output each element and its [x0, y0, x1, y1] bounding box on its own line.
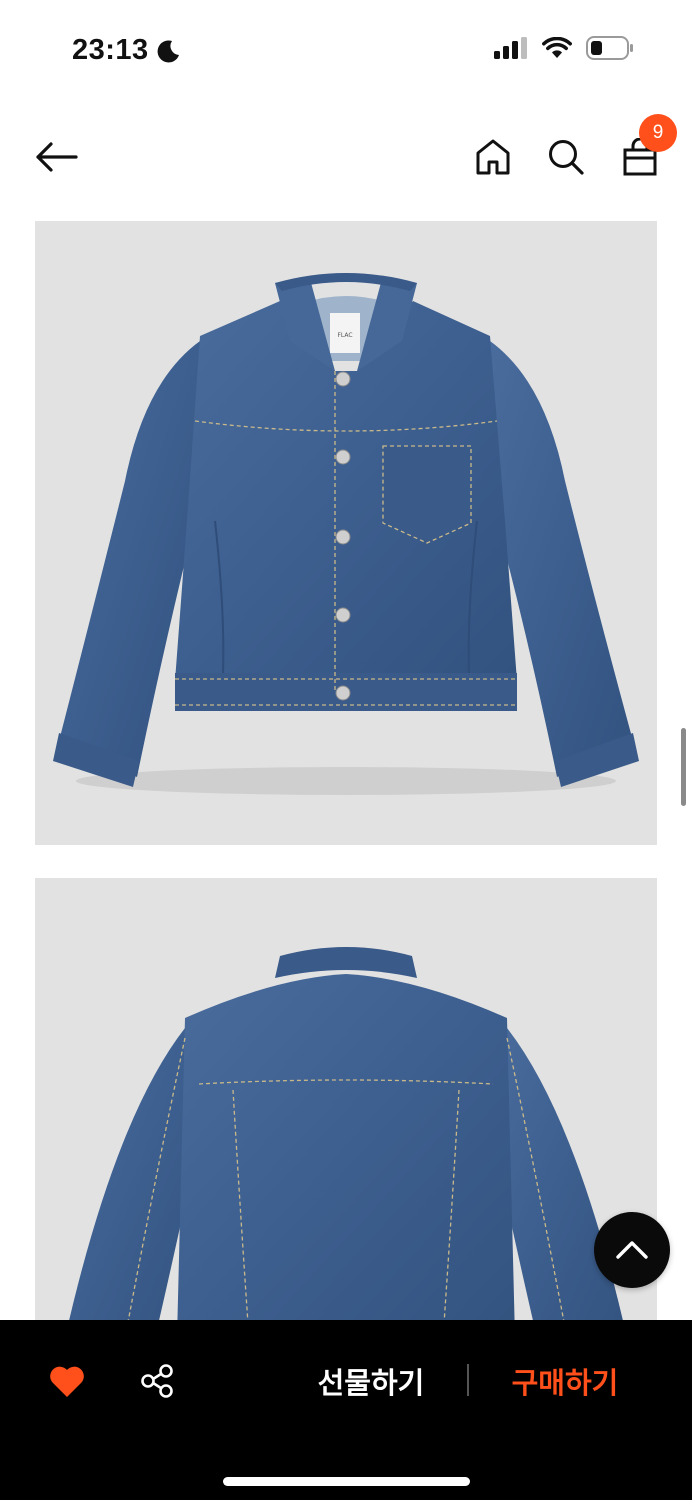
denim-jacket-front-illustration: FLAC [53, 273, 639, 795]
collar-label: FLAC [337, 332, 352, 339]
back-arrow-icon [36, 142, 78, 172]
home-button[interactable] [470, 132, 516, 182]
home-icon [476, 139, 510, 175]
header [0, 110, 692, 200]
scroll-indicator[interactable] [681, 728, 686, 806]
chevron-up-icon [616, 1241, 648, 1259]
status-icons [494, 36, 634, 60]
product-image-front[interactable]: FLAC [35, 221, 657, 845]
bottom-action-bar: 선물하기 구매하기 [0, 1320, 692, 1500]
back-button[interactable] [30, 132, 82, 182]
share-icon [141, 1364, 173, 1398]
cellular-signal-icon [494, 37, 527, 59]
moon-icon [157, 39, 179, 62]
product-image-back[interactable] [35, 878, 657, 1338]
gift-button[interactable]: 선물하기 [300, 1358, 442, 1404]
search-icon [549, 140, 584, 175]
search-button[interactable] [543, 132, 589, 182]
button-divider [467, 1364, 469, 1396]
home-indicator[interactable] [223, 1477, 470, 1486]
like-button[interactable] [44, 1358, 90, 1404]
status-time-text: 23:13 [72, 34, 149, 66]
battery-icon [586, 36, 633, 60]
share-button[interactable] [134, 1358, 180, 1404]
buy-button[interactable]: 구매하기 [494, 1358, 636, 1404]
heart-icon [50, 1366, 84, 1397]
status-time: 23:13 [72, 34, 181, 67]
status-bar: 23:13 [0, 0, 692, 100]
scroll-to-top-button[interactable] [594, 1212, 670, 1288]
cart-count-badge: 9 [639, 114, 677, 152]
denim-jacket-back-illustration [65, 947, 627, 1338]
wifi-icon [542, 37, 572, 58]
